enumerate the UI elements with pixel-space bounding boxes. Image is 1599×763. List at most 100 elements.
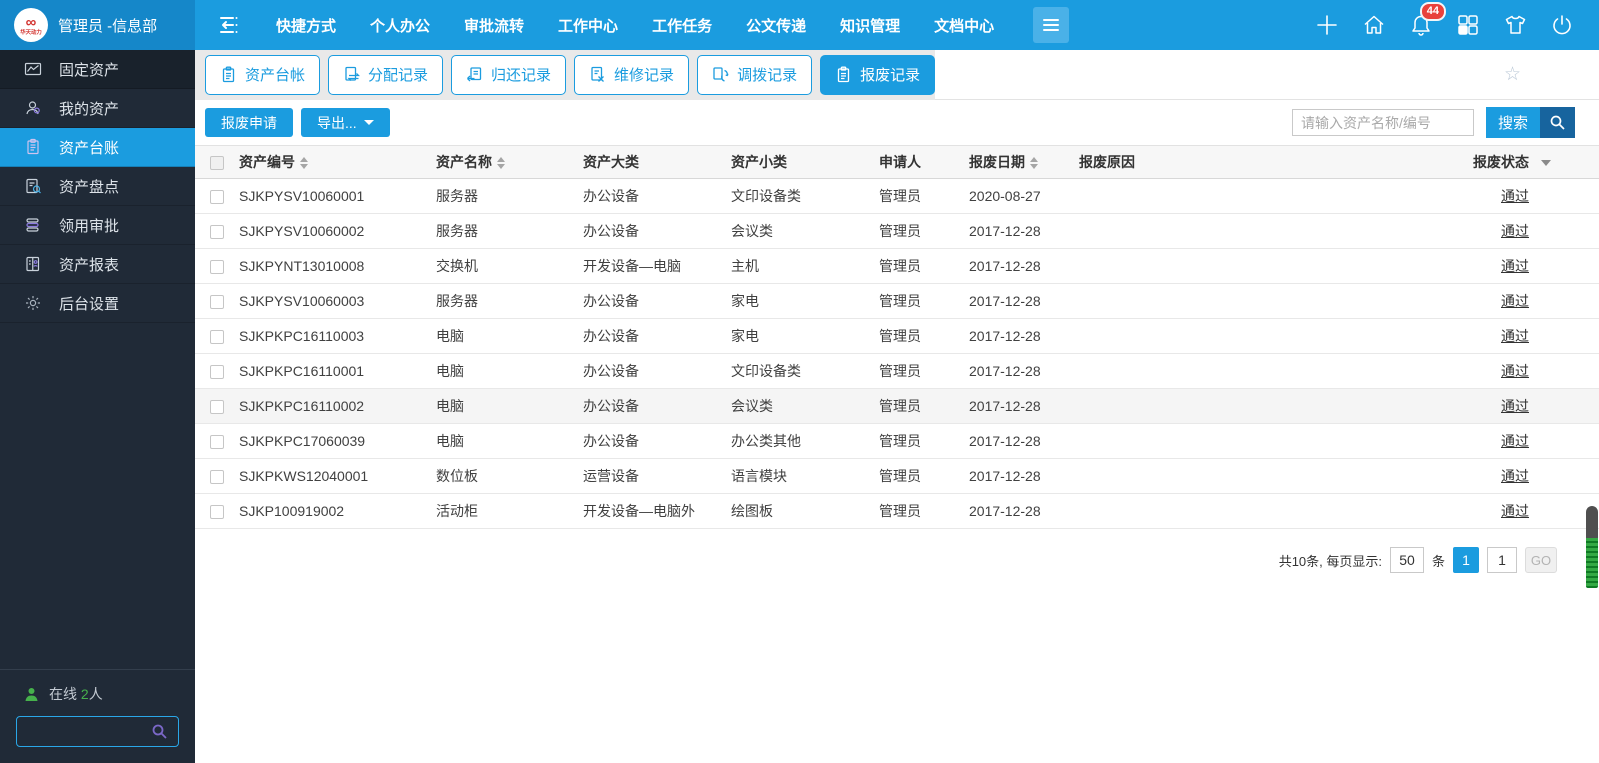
- status-link[interactable]: 通过: [1501, 433, 1529, 449]
- nav-item[interactable]: 快捷方式: [259, 15, 353, 36]
- status-link[interactable]: 通过: [1501, 398, 1529, 414]
- go-button[interactable]: GO: [1525, 547, 1557, 573]
- scrap-apply-button[interactable]: 报废申请: [205, 108, 293, 137]
- row-checkbox[interactable]: [210, 225, 224, 240]
- status-filter-caret-icon[interactable]: [1541, 160, 1551, 167]
- cell-asset-code: SJKPKPC16110002: [239, 398, 365, 414]
- row-checkbox[interactable]: [210, 505, 224, 520]
- page-jump-input[interactable]: [1487, 547, 1517, 573]
- table-row[interactable]: SJKPYSV10060001 服务器 办公设备 文印设备类 管理员 2020-…: [195, 178, 1599, 214]
- cell-applicant: 管理员: [879, 363, 921, 379]
- page-size-input[interactable]: [1389, 547, 1424, 573]
- table-row[interactable]: SJKPKPC16110002 电脑 办公设备 会议类 管理员 2017-12-…: [195, 388, 1599, 424]
- theme-shirt-icon[interactable]: [1496, 6, 1534, 44]
- record-tab[interactable]: 维修记录: [574, 54, 690, 95]
- table-row[interactable]: SJKPYSV10060002 服务器 办公设备 会议类 管理员 2017-12…: [195, 213, 1599, 249]
- logo-symbol: ∞: [25, 13, 37, 31]
- logout-power-icon[interactable]: [1543, 6, 1581, 44]
- table-row[interactable]: SJKPYSV10060003 服务器 办公设备 家电 管理员 2017-12-…: [195, 283, 1599, 319]
- status-link[interactable]: 通过: [1501, 503, 1529, 519]
- status-link[interactable]: 通过: [1501, 223, 1529, 239]
- row-checkbox[interactable]: [210, 435, 224, 450]
- row-checkbox[interactable]: [210, 470, 224, 485]
- current-page-button[interactable]: 1: [1453, 547, 1479, 573]
- record-tab[interactable]: 资产台帐: [205, 54, 321, 95]
- table-row[interactable]: SJKPKPC16110001 电脑 办公设备 文印设备类 管理员 2017-1…: [195, 353, 1599, 389]
- cell-scrap-reason: [1075, 354, 1469, 389]
- row-checkbox[interactable]: [210, 190, 224, 205]
- nav-item[interactable]: 审批流转: [447, 15, 541, 36]
- sidebar-item[interactable]: 后台设置: [0, 284, 195, 323]
- record-tab[interactable]: 报废记录: [820, 54, 936, 95]
- table-row[interactable]: SJKPKPC16110003 电脑 办公设备 家电 管理员 2017-12-2…: [195, 318, 1599, 354]
- brand-area: ∞ 华天动力 管理员 -信息部: [0, 0, 195, 50]
- sidebar-item[interactable]: 固定资产: [0, 50, 195, 89]
- cell-scrap-reason: [1075, 459, 1469, 494]
- status-link[interactable]: 通过: [1501, 188, 1529, 204]
- nav-item[interactable]: 知识管理: [823, 15, 917, 36]
- col-asset-name[interactable]: 资产名称: [432, 146, 579, 179]
- favorite-star-icon[interactable]: ☆: [1504, 63, 1521, 86]
- nav-item[interactable]: 文档中心: [917, 15, 1011, 36]
- cell-asset-name: 服务器: [436, 293, 478, 309]
- topbar: ∞ 华天动力 管理员 -信息部 快捷方式 个人办公 审批流转 工作中心 工作任务 公文传递…: [0, 0, 1599, 50]
- nav-item[interactable]: 公文传递: [729, 15, 823, 36]
- custom-scrollbar-thumb[interactable]: [1586, 506, 1598, 588]
- sidebar-search-icon[interactable]: [151, 723, 168, 740]
- table-row[interactable]: SJKP100919002 活动柜 开发设备—电脑外 绘图板 管理员 2017-…: [195, 493, 1599, 529]
- record-tab[interactable]: 调拨记录: [697, 54, 813, 95]
- sidebar-collapse-icon[interactable]: [215, 14, 241, 36]
- row-checkbox[interactable]: [210, 260, 224, 275]
- table-row[interactable]: SJKPKPC17060039 电脑 办公设备 办公类其他 管理员 2017-1…: [195, 423, 1599, 459]
- apps-grid-icon[interactable]: [1449, 6, 1487, 44]
- cell-category: 办公设备: [583, 433, 639, 449]
- sidebar-item[interactable]: 资产盘点: [0, 167, 195, 206]
- search-button[interactable]: 搜索: [1485, 107, 1575, 138]
- cell-subcategory: 语言模块: [731, 468, 787, 484]
- notifications-bell-icon[interactable]: 44: [1402, 2, 1446, 44]
- status-link[interactable]: 通过: [1501, 468, 1529, 484]
- row-checkbox[interactable]: [210, 400, 224, 415]
- cell-asset-name: 电脑: [436, 363, 464, 379]
- sort-icon[interactable]: [497, 157, 505, 170]
- col-asset-code[interactable]: 资产编号: [235, 146, 432, 179]
- status-link[interactable]: 通过: [1501, 328, 1529, 344]
- sidebar-search-input[interactable]: [27, 724, 151, 739]
- cell-scrap-date: 2017-12-28: [969, 363, 1041, 379]
- sort-icon[interactable]: [1030, 157, 1038, 170]
- sort-icon[interactable]: [300, 157, 308, 170]
- col-scrap-date[interactable]: 报废日期: [965, 146, 1075, 179]
- add-icon[interactable]: [1308, 6, 1346, 44]
- table-row[interactable]: SJKPYNT13010008 交换机 开发设备—电脑 主机 管理员 2017-…: [195, 248, 1599, 284]
- sidebar-item[interactable]: 我的资产: [0, 89, 195, 128]
- asset-search-input[interactable]: [1291, 109, 1474, 136]
- status-link[interactable]: 通过: [1501, 293, 1529, 309]
- cell-category: 开发设备—电脑: [583, 258, 681, 274]
- cell-asset-code: SJKPYSV10060003: [239, 293, 365, 309]
- nav-item[interactable]: 工作中心: [541, 15, 635, 36]
- row-checkbox[interactable]: [210, 365, 224, 380]
- home-icon[interactable]: [1355, 6, 1393, 44]
- table-row[interactable]: SJKPKWS12040001 数位板 运营设备 语言模块 管理员 2017-1…: [195, 458, 1599, 494]
- sidebar: 固定资产 我的资产 资产台账 资产盘点 领用审批 资产报表 后台设置 在线 2人: [0, 50, 195, 763]
- cell-scrap-date: 2020-08-27: [969, 188, 1041, 204]
- export-caret-icon: [363, 120, 374, 125]
- export-dropdown-button[interactable]: 导出...: [301, 108, 390, 137]
- record-tab[interactable]: 分配记录: [328, 54, 444, 95]
- status-link[interactable]: 通过: [1501, 363, 1529, 379]
- row-checkbox[interactable]: [210, 295, 224, 310]
- row-checkbox[interactable]: [210, 330, 224, 345]
- nav-more-button[interactable]: [1033, 7, 1070, 43]
- sidebar-item-label: 后台设置: [59, 295, 120, 313]
- status-link[interactable]: 通过: [1501, 258, 1529, 274]
- record-tab[interactable]: 归还记录: [451, 54, 567, 95]
- cell-scrap-reason: [1075, 249, 1469, 284]
- col-scrap-status[interactable]: 报废状态: [1469, 146, 1599, 179]
- sidebar-item[interactable]: 资产报表: [0, 245, 195, 284]
- sidebar-item[interactable]: 资产台账: [0, 128, 195, 167]
- select-all-checkbox[interactable]: [210, 156, 224, 171]
- nav-item[interactable]: 个人办公: [353, 15, 447, 36]
- nav-item[interactable]: 工作任务: [635, 15, 729, 36]
- sidebar-item[interactable]: 领用审批: [0, 206, 195, 245]
